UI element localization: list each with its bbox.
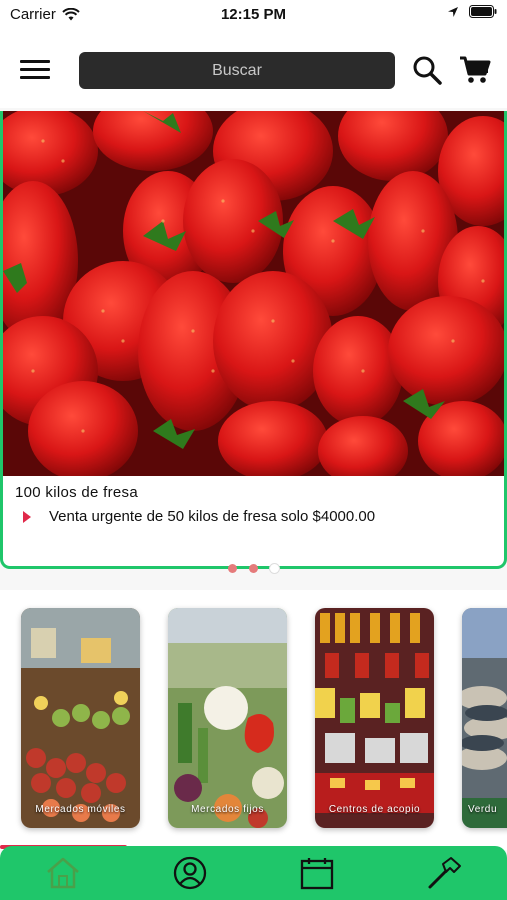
banner-description: Venta urgente de 50 kilos de fresa solo … — [49, 508, 376, 525]
category-label: Mercados móviles — [35, 804, 126, 815]
category-label: Centros de acopio — [328, 804, 421, 815]
category-label: Mercados fijos — [191, 804, 264, 815]
triangle-bullet-icon — [23, 510, 31, 523]
carousel-pagination — [0, 564, 507, 573]
vegetables-image — [168, 608, 287, 828]
category-card-centros-de-acopio[interactable]: Centros de acopio — [315, 608, 434, 828]
hamburger-menu-button[interactable] — [20, 60, 50, 82]
hammer-icon[interactable] — [426, 856, 462, 890]
banner-description-row: Venta urgente de 50 kilos de fresa solo … — [23, 508, 375, 525]
category-carousel: Mercados móviles Mercados fijos Centros … — [0, 590, 507, 850]
user-icon[interactable] — [172, 856, 208, 890]
category-label: Verdu — [468, 804, 498, 815]
calendar-icon[interactable] — [299, 856, 335, 890]
promo-banner[interactable]: 100 kilos de fresa Venta urgente de 50 k… — [0, 111, 507, 569]
clock: 12:15 PM — [220, 6, 287, 23]
cart-icon[interactable] — [458, 54, 492, 86]
battery-icon — [469, 5, 497, 18]
menu-bar — [20, 68, 50, 71]
category-card-mercados-moviles[interactable]: Mercados móviles — [21, 608, 140, 828]
category-card-mercados-fijos[interactable]: Mercados fijos — [168, 608, 287, 828]
home-icon[interactable] — [45, 856, 81, 890]
search-input[interactable] — [79, 52, 395, 89]
strawberries-illustration — [3, 111, 504, 476]
status-right — [447, 5, 497, 18]
pagination-dot[interactable] — [228, 564, 237, 573]
menu-bar — [20, 60, 50, 63]
pagination-dot[interactable] — [249, 564, 258, 573]
banner-title: 100 kilos de fresa — [15, 484, 138, 501]
menu-bar — [20, 76, 50, 79]
strawberries-image — [3, 111, 504, 476]
search-icon[interactable] — [411, 54, 443, 86]
category-card-verduras[interactable]: Verdu — [462, 608, 507, 828]
market-stall-image — [21, 608, 140, 828]
bottom-tab-bar — [0, 846, 507, 900]
status-bar: Carrier 12:15 PM — [0, 0, 507, 30]
location-arrow-icon — [448, 6, 458, 17]
pagination-dot-active[interactable] — [270, 564, 279, 573]
fish-market-image — [462, 608, 507, 828]
warehouse-goods-image — [315, 608, 434, 828]
app-header — [0, 30, 507, 108]
